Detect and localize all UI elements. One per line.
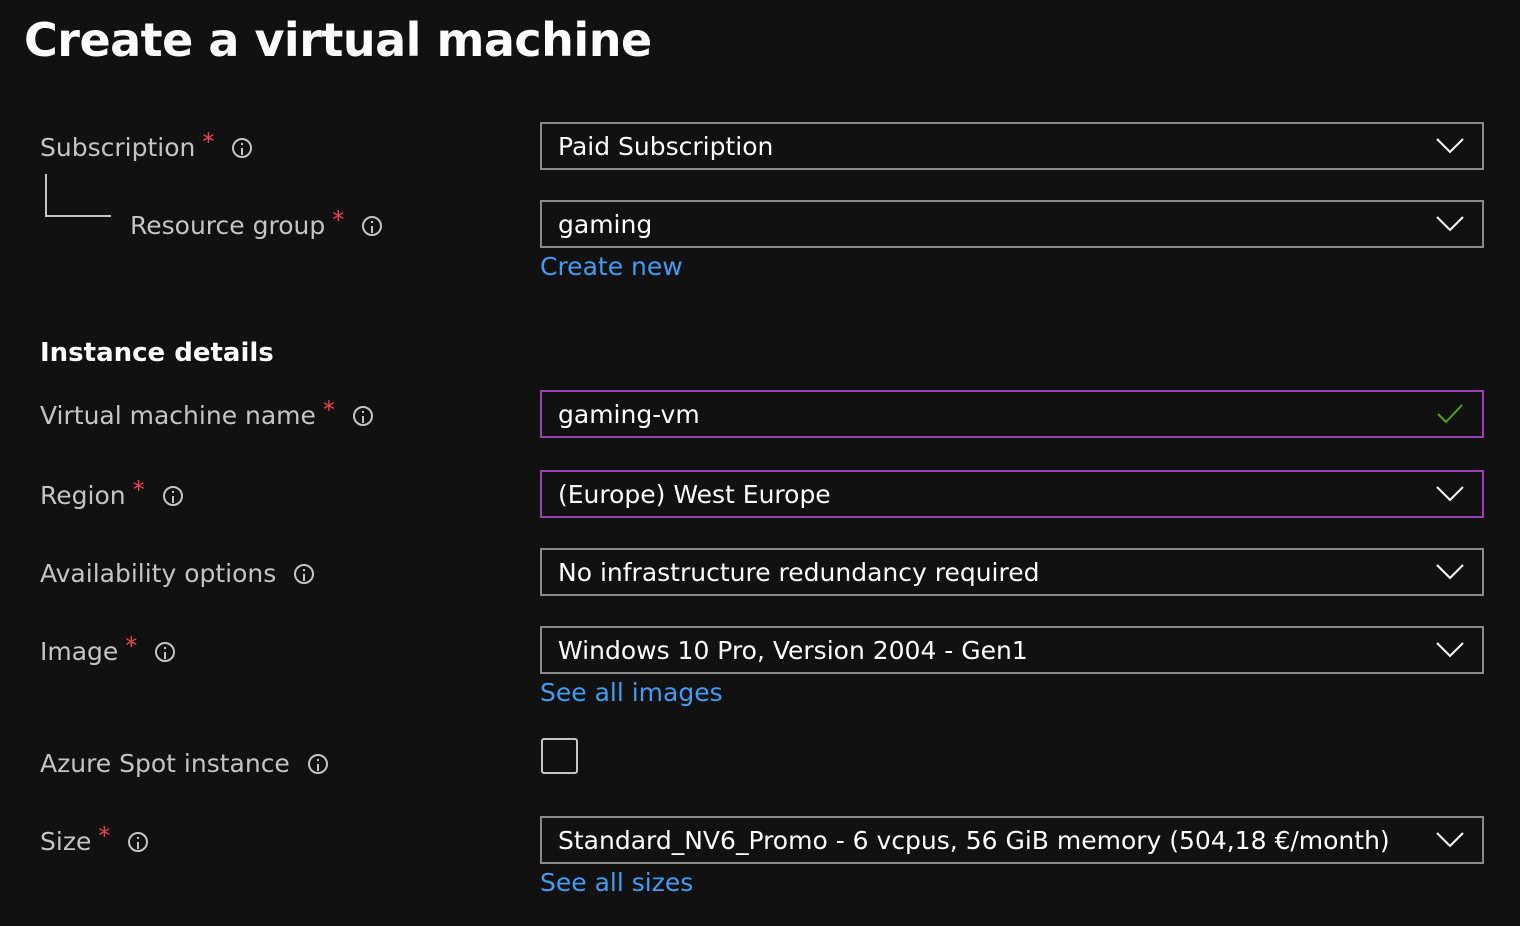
section-heading-instance-details: Instance details [40, 338, 274, 368]
size-dropdown[interactable]: Standard_NV6_Promo - 6 vcpus, 56 GiB mem… [540, 816, 1484, 864]
vm-name-value: gaming-vm [558, 399, 700, 429]
checkmark-icon [1437, 404, 1463, 424]
chevron-down-icon [1436, 216, 1464, 232]
required-asterisk: * [125, 632, 138, 660]
image-label-text: Image [40, 637, 119, 666]
spot-instance-checkbox[interactable] [541, 738, 578, 774]
info-icon[interactable] [294, 564, 315, 584]
region-value: (Europe) West Europe [558, 479, 831, 509]
info-icon[interactable] [362, 216, 383, 236]
subscription-label: Subscription * [40, 128, 253, 164]
resource-group-label: Resource group * [130, 206, 383, 242]
vm-name-label-text: Virtual machine name [40, 401, 316, 430]
info-icon[interactable] [155, 642, 176, 662]
hierarchy-connector [45, 174, 111, 217]
info-icon[interactable] [162, 486, 183, 506]
image-dropdown[interactable]: Windows 10 Pro, Version 2004 - Gen1 [540, 626, 1484, 674]
required-asterisk: * [132, 476, 145, 504]
info-icon[interactable] [232, 138, 253, 158]
availability-label-text: Availability options [40, 559, 277, 588]
chevron-down-icon [1436, 564, 1464, 580]
size-label-text: Size [40, 827, 92, 856]
resource-group-value: gaming [558, 209, 653, 239]
availability-label: Availability options [40, 558, 315, 590]
required-asterisk: * [202, 128, 215, 156]
region-label: Region * [40, 476, 183, 512]
see-all-sizes-link[interactable]: See all sizes [540, 867, 693, 899]
info-icon[interactable] [307, 754, 328, 774]
subscription-dropdown[interactable]: Paid Subscription [540, 122, 1484, 170]
chevron-down-icon [1436, 832, 1464, 848]
info-icon[interactable] [352, 406, 373, 426]
create-new-link[interactable]: Create new [540, 251, 683, 283]
spot-label-text: Azure Spot instance [40, 749, 290, 778]
required-asterisk: * [98, 822, 111, 850]
chevron-down-icon [1436, 486, 1464, 502]
required-asterisk: * [332, 206, 345, 234]
vm-name-label: Virtual machine name * [40, 396, 373, 432]
resource-group-label-text: Resource group [130, 211, 326, 240]
page-title: Create a virtual machine [24, 13, 652, 67]
size-label: Size * [40, 822, 149, 858]
image-value: Windows 10 Pro, Version 2004 - Gen1 [558, 635, 1028, 665]
availability-value: No infrastructure redundancy required [558, 557, 1040, 587]
image-label: Image * [40, 632, 176, 668]
spot-label: Azure Spot instance [40, 748, 328, 780]
resource-group-dropdown[interactable]: gaming [540, 200, 1484, 248]
chevron-down-icon [1436, 642, 1464, 658]
required-asterisk: * [322, 396, 335, 424]
chevron-down-icon [1436, 138, 1464, 154]
size-value: Standard_NV6_Promo - 6 vcpus, 56 GiB mem… [558, 825, 1390, 855]
info-icon[interactable] [128, 832, 149, 852]
availability-dropdown[interactable]: No infrastructure redundancy required [540, 548, 1484, 596]
subscription-label-text: Subscription [40, 133, 196, 162]
see-all-images-link[interactable]: See all images [540, 677, 723, 709]
subscription-value: Paid Subscription [558, 131, 774, 161]
region-dropdown[interactable]: (Europe) West Europe [540, 470, 1484, 518]
region-label-text: Region [40, 481, 126, 510]
vm-name-input[interactable]: gaming-vm [540, 390, 1484, 438]
